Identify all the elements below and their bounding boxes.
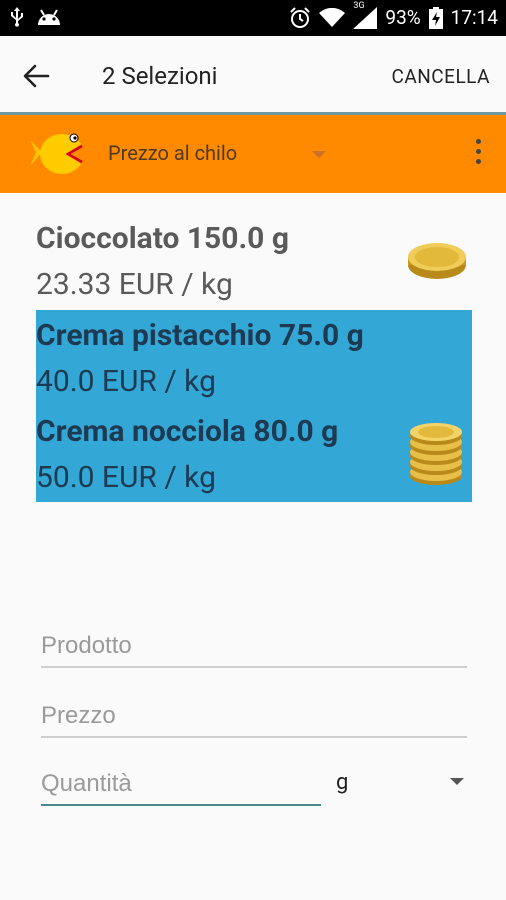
app-toolbar: Prezzo al chilo bbox=[0, 115, 506, 193]
product-price: 23.33 EUR / kg bbox=[36, 267, 233, 302]
list-item-product-2[interactable]: Crema pistacchio 75.0 g 40.0 EUR / kg bbox=[36, 310, 472, 406]
chevron-down-icon[interactable] bbox=[450, 778, 464, 785]
more-vert-icon[interactable] bbox=[472, 139, 484, 169]
network-type: 3G bbox=[353, 0, 365, 11]
quantity-field bbox=[41, 764, 321, 806]
product-name: Crema nocciola 80.0 g bbox=[36, 414, 339, 449]
single-coin-icon bbox=[406, 239, 468, 285]
quantity-input[interactable] bbox=[41, 764, 321, 804]
quantity-underline bbox=[41, 804, 321, 806]
price-field bbox=[41, 696, 467, 738]
contextual-action-bar: 2 Selezioni CANCELLA bbox=[0, 36, 506, 114]
unit-select[interactable]: g bbox=[336, 770, 348, 795]
battery-percent: 93% bbox=[385, 6, 421, 29]
selection-count-title: 2 Selezioni bbox=[102, 62, 218, 90]
status-bar: 3G 93% 17:14 bbox=[0, 0, 506, 36]
clock-time: 17:14 bbox=[450, 6, 498, 29]
product-name: Cioccolato 150.0 g bbox=[36, 221, 289, 256]
price-underline bbox=[41, 736, 467, 738]
signal-icon: 3G bbox=[353, 1, 378, 29]
product-field bbox=[41, 626, 467, 668]
product-price: 50.0 EUR / kg bbox=[36, 460, 216, 495]
product-input[interactable] bbox=[41, 626, 467, 666]
product-name: Crema pistacchio 75.0 g bbox=[36, 318, 364, 353]
coin-stack-icon bbox=[408, 422, 464, 490]
android-icon bbox=[36, 8, 62, 26]
price-input[interactable] bbox=[41, 696, 467, 736]
fish-logo-icon bbox=[26, 124, 88, 182]
arrow-left-icon[interactable] bbox=[18, 58, 54, 94]
spinner-label: Prezzo al chilo bbox=[108, 141, 238, 165]
wifi-icon bbox=[319, 7, 346, 28]
list-item-product-1[interactable]: Cioccolato 150.0 g 23.33 EUR / kg bbox=[36, 213, 472, 309]
product-underline bbox=[41, 666, 467, 668]
battery-charging-icon bbox=[428, 6, 443, 29]
alarm-icon bbox=[289, 6, 311, 29]
price-mode-spinner[interactable]: Prezzo al chilo bbox=[108, 141, 326, 165]
spinner-dropdown-icon bbox=[312, 151, 326, 158]
cancel-button[interactable]: CANCELLA bbox=[391, 65, 490, 88]
usb-icon bbox=[10, 7, 24, 27]
product-price: 40.0 EUR / kg bbox=[36, 364, 216, 399]
list-item-product-3[interactable]: Crema nocciola 80.0 g 50.0 EUR / kg bbox=[36, 406, 472, 502]
